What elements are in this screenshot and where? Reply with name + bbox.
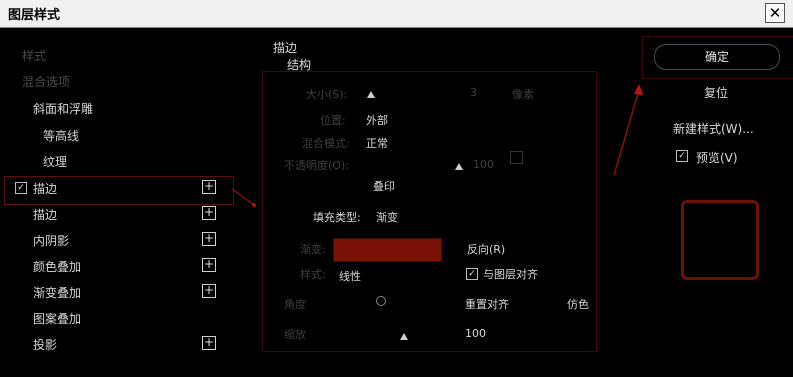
style-preview-thumbnail bbox=[681, 200, 759, 280]
new-style-button[interactable]: 新建样式(W)... bbox=[673, 120, 754, 137]
add-color-overlay-button[interactable]: + bbox=[202, 258, 216, 272]
opacity-label: 不透明度(O): bbox=[284, 159, 349, 172]
dither-checkbox-label[interactable]: 仿色 bbox=[567, 296, 589, 312]
overprint-checkbox-label[interactable]: 叠印 bbox=[373, 178, 395, 194]
opacity-value[interactable]: 100 bbox=[473, 158, 494, 171]
align-layer-label[interactable]: 与图层对齐 bbox=[483, 266, 538, 282]
ok-button[interactable]: 确定 bbox=[654, 44, 780, 70]
arrow-icon bbox=[613, 84, 643, 176]
add-inner-shadow-button[interactable]: + bbox=[202, 232, 216, 246]
list-item-bevel-emboss[interactable]: 斜面和浮雕 bbox=[33, 100, 93, 117]
style-label: 样式: bbox=[300, 268, 326, 281]
reset-button[interactable]: 复位 bbox=[704, 84, 728, 101]
list-item-contour[interactable]: 等高线 bbox=[43, 127, 79, 144]
fill-type-label: 填充类型: bbox=[313, 211, 361, 224]
title-bar: 图层样式 ✕ bbox=[0, 0, 793, 28]
position-label: 位置: bbox=[320, 114, 346, 127]
add-stroke-button[interactable]: + bbox=[202, 180, 216, 194]
arrow-icon bbox=[231, 188, 256, 207]
list-item-drop-shadow[interactable]: 投影 bbox=[33, 336, 57, 353]
blend-mode-label: 混合模式: bbox=[302, 137, 350, 150]
list-item-color-overlay[interactable]: 颜色叠加 bbox=[33, 258, 81, 275]
preview-checkbox[interactable]: ✓ bbox=[676, 150, 688, 162]
styles-header[interactable]: 样式 bbox=[22, 47, 46, 64]
fill-type-select[interactable]: 渐变 bbox=[376, 209, 398, 225]
scale-slider-handle[interactable] bbox=[400, 333, 408, 340]
add-gradient-overlay-button[interactable]: + bbox=[202, 284, 216, 298]
reverse-checkbox-label[interactable]: 反向(R) bbox=[467, 241, 505, 257]
stroke-checkbox[interactable]: ✓ bbox=[15, 182, 27, 194]
list-item-inner-shadow[interactable]: 内阴影 bbox=[33, 232, 69, 249]
close-icon[interactable]: ✕ bbox=[765, 3, 785, 23]
gradient-label: 渐变: bbox=[300, 243, 326, 256]
style-select[interactable]: 线性 bbox=[339, 268, 361, 284]
size-label: 大小(S): bbox=[306, 88, 348, 101]
size-unit: 像素 bbox=[512, 88, 534, 101]
angle-label: 角度 bbox=[284, 298, 306, 311]
reset-alignment-button[interactable]: 重置对齐 bbox=[465, 296, 509, 312]
dialog-title: 图层样式 bbox=[8, 8, 61, 23]
gradient-swatch[interactable] bbox=[333, 238, 442, 262]
list-item-pattern-overlay[interactable]: 图案叠加 bbox=[33, 310, 81, 327]
add-stroke-2-button[interactable]: + bbox=[202, 206, 216, 220]
align-layer-checkbox[interactable]: ✓ bbox=[466, 268, 478, 280]
position-select[interactable]: 外部 bbox=[366, 112, 388, 128]
list-item-stroke[interactable]: 描边 bbox=[33, 180, 57, 197]
opacity-unit-box bbox=[510, 151, 523, 164]
size-slider-handle[interactable] bbox=[367, 91, 375, 98]
preview-label[interactable]: 预览(V) bbox=[696, 149, 738, 166]
scale-value[interactable]: 100 bbox=[465, 327, 486, 340]
angle-dial-icon[interactable] bbox=[376, 296, 386, 306]
opacity-slider-handle[interactable] bbox=[455, 163, 463, 170]
add-drop-shadow-button[interactable]: + bbox=[202, 336, 216, 350]
list-item-gradient-overlay[interactable]: 渐变叠加 bbox=[33, 284, 81, 301]
list-item-stroke-2[interactable]: 描边 bbox=[33, 206, 57, 223]
size-value[interactable]: 3 bbox=[470, 86, 477, 99]
blend-mode-select[interactable]: 正常 bbox=[366, 135, 388, 151]
scale-label: 缩放 bbox=[284, 328, 306, 341]
list-item-texture[interactable]: 纹理 bbox=[43, 153, 67, 170]
section-title: 描边 bbox=[273, 41, 298, 55]
blending-options[interactable]: 混合选项 bbox=[22, 73, 70, 90]
